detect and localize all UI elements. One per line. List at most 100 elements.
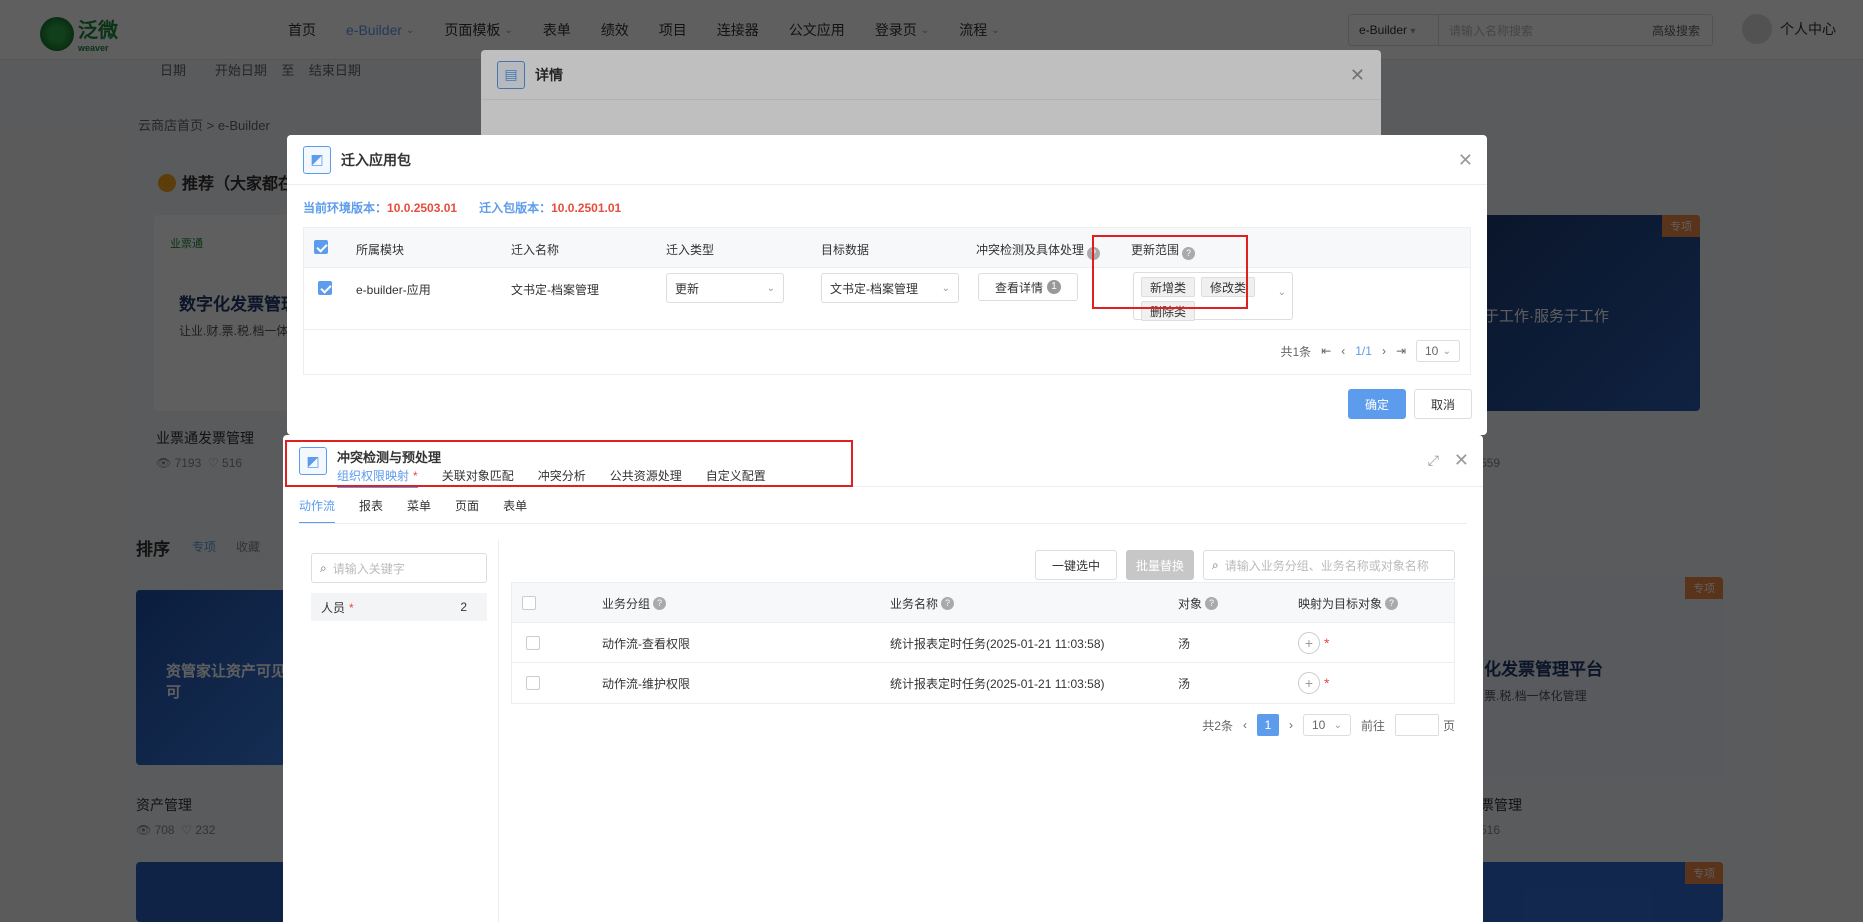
row-checkbox[interactable] <box>526 676 540 690</box>
row-checkbox[interactable] <box>318 281 332 295</box>
module-cell: e-builder-应用 <box>356 283 431 297</box>
sub-tab[interactable]: 动作流 <box>299 497 336 524</box>
close-icon[interactable]: ✕ <box>1454 451 1469 469</box>
migrate-table: 所属模块 迁入名称 迁入类型 目标数据 冲突检测及具体处理? 更新范围? e-b… <box>303 227 1471 375</box>
help-icon[interactable]: ? <box>1182 247 1196 260</box>
mapping-area: ⌕ 请输入关键字 人员 * 2 一键选中 批量替换 ⌕ 请输入业务分组、业务名称或… <box>299 540 1467 922</box>
column-header: 业务名称? <box>890 583 955 623</box>
list-item-person[interactable]: 人员 * 2 <box>311 593 487 621</box>
row-checkbox[interactable] <box>526 636 540 650</box>
sub-tab[interactable]: 页面 <box>455 497 479 524</box>
package-icon: ◩ <box>303 145 331 174</box>
help-icon[interactable]: ? <box>941 596 955 610</box>
migrate-type-select[interactable]: 更新 ⌄ <box>666 273 784 303</box>
required-marker: * <box>1324 635 1330 651</box>
group-cell: 动作流-查看权限 <box>602 636 690 651</box>
env-version: 10.0.2503.01 <box>387 201 458 215</box>
scope-tag[interactable]: 删除类 <box>1141 301 1196 321</box>
name-cell: 统计报表定时任务(2025-01-21 11:03:58) <box>890 676 1105 691</box>
object-type-list: ⌕ 请输入关键字 人员 * 2 <box>299 540 499 922</box>
chevron-down-icon: ⌄ <box>1277 287 1286 298</box>
sub-tabs: 动作流 报表 菜单 页面 表单 <box>299 497 527 524</box>
table-header-row: 业务分组? 业务名称? 对象? 映射为目标对象? <box>512 583 1454 623</box>
sub-tab[interactable]: 菜单 <box>407 497 431 524</box>
panel-app-icon: ◩ <box>299 447 327 475</box>
select-all-checkbox[interactable] <box>522 596 536 610</box>
chevron-down-icon: ⌄ <box>941 282 950 294</box>
object-cell: 汤 <box>1178 636 1191 651</box>
group-cell: 动作流-维护权限 <box>602 676 690 691</box>
panel-tab[interactable]: 自定义配置 <box>706 467 766 488</box>
prev-page-icon[interactable]: ‹ <box>1341 344 1345 358</box>
page-size-select[interactable]: 10 ⌄ <box>1302 714 1351 736</box>
object-cell: 汤 <box>1178 676 1191 691</box>
sub-tab[interactable]: 报表 <box>359 497 383 524</box>
required-marker: * <box>413 469 418 483</box>
keyword-search-input[interactable]: ⌕ 请输入关键字 <box>311 553 487 583</box>
column-header: 迁入类型 <box>666 243 715 257</box>
confirm-button[interactable]: 确定 <box>1348 389 1406 419</box>
page-number[interactable]: 1 <box>1256 714 1279 736</box>
panel-title: 冲突检测与预处理 <box>337 450 442 465</box>
name-cell: 统计报表定时任务(2025-01-21 11:03:58) <box>890 636 1105 651</box>
help-icon[interactable]: ? <box>1385 596 1399 610</box>
column-header: 冲突检测及具体处理? <box>976 241 1101 260</box>
mapping-table: 业务分组? 业务名称? 对象? 映射为目标对象? 动作流-查看权限 统计报表定时… <box>511 582 1455 704</box>
help-icon[interactable]: ? <box>653 596 667 610</box>
close-icon[interactable]: ✕ <box>1458 151 1473 169</box>
column-header: 目标数据 <box>821 243 870 257</box>
column-header: 更新范围? <box>1131 241 1196 260</box>
dialog-title: 迁入应用包 <box>341 151 411 168</box>
select-all-checkbox[interactable] <box>314 240 328 254</box>
table-row: e-builder-应用 文书定-档案管理 更新 ⌄ 文书定-档案管理 ⌄ 查看详情… <box>304 268 1470 330</box>
column-header: 所属模块 <box>356 243 405 257</box>
migrate-package-dialog: ◩ 迁入应用包 ✕ 当前环境版本：10.0.2503.01 迁入包版本：10.0… <box>287 135 1487 435</box>
divider <box>299 523 1467 524</box>
migrate-pager: 共1条 ⇤ ‹ 1/1 › ⇥ 10 ⌄ <box>1281 340 1460 362</box>
help-icon[interactable]: ? <box>1205 596 1219 610</box>
table-row: 动作流-查看权限 统计报表定时任务(2025-01-21 11:03:58) 汤… <box>512 623 1454 663</box>
help-icon[interactable]: ? <box>1087 247 1101 260</box>
table-row: 动作流-维护权限 统计报表定时任务(2025-01-21 11:03:58) 汤… <box>512 663 1454 703</box>
search-icon: ⌕ <box>320 560 327 575</box>
scope-tag[interactable]: 新增类 <box>1141 277 1196 297</box>
mapping-pager: 共2条 ‹ 1 › 10 ⌄ 前往 页 <box>1202 714 1455 736</box>
next-page-icon[interactable]: › <box>1382 344 1386 358</box>
prev-page-icon[interactable]: ‹ <box>1243 718 1247 732</box>
cancel-button[interactable]: 取消 <box>1414 389 1472 419</box>
page-size-select[interactable]: 10 ⌄ <box>1416 340 1460 362</box>
column-header: 对象? <box>1178 583 1219 623</box>
panel-tab[interactable]: 公共资源处理 <box>610 467 682 488</box>
expand-icon[interactable]: ⤢ <box>1428 453 1439 467</box>
last-page-icon[interactable]: ⇥ <box>1396 344 1406 358</box>
batch-replace-button[interactable]: 批量替换 <box>1126 550 1194 580</box>
add-target-icon[interactable]: + <box>1298 672 1320 694</box>
view-details-button[interactable]: 查看详情 1 <box>978 273 1078 301</box>
add-target-icon[interactable]: + <box>1298 632 1320 654</box>
goto-page-input[interactable] <box>1394 714 1439 736</box>
package-version: 10.0.2501.01 <box>551 201 622 215</box>
first-page-icon[interactable]: ⇤ <box>1321 344 1331 358</box>
update-scope-select[interactable]: 新增类 修改类 删除类 ⌄ <box>1133 272 1293 321</box>
column-header: 迁入名称 <box>511 243 560 257</box>
scope-tag[interactable]: 修改类 <box>1201 277 1256 297</box>
conflict-detection-panel: ◩ 冲突检测与预处理 组织权限映射 * 关联对象匹配 冲突分析 公共资源处理 自定义配置 … <box>283 435 1483 922</box>
name-cell: 文书定-档案管理 <box>511 283 599 297</box>
version-info: 当前环境版本：10.0.2503.01 迁入包版本：10.0.2501.01 <box>303 201 622 215</box>
panel-tab[interactable]: 组织权限映射 * <box>337 467 418 488</box>
list-item-count: 2 <box>460 600 467 614</box>
panel-tab[interactable]: 冲突分析 <box>538 467 586 488</box>
target-data-select[interactable]: 文书定-档案管理 ⌄ <box>821 273 959 303</box>
business-search-input[interactable]: ⌕ 请输入业务分组、业务名称或对象名称 <box>1203 550 1455 580</box>
chevron-down-icon: ⌄ <box>766 282 775 294</box>
one-click-select-button[interactable]: 一键选中 <box>1035 550 1117 580</box>
next-page-icon[interactable]: › <box>1289 718 1293 732</box>
required-marker: * <box>1324 675 1330 691</box>
sub-tab[interactable]: 表单 <box>503 497 527 524</box>
panel-tab[interactable]: 关联对象匹配 <box>442 467 514 488</box>
conflict-count-badge: 1 <box>1047 280 1061 294</box>
column-header: 业务分组? <box>602 583 667 623</box>
panel-tabs: 组织权限映射 * 关联对象匹配 冲突分析 公共资源处理 自定义配置 <box>337 467 766 488</box>
column-header: 映射为目标对象? <box>1298 583 1399 623</box>
search-icon: ⌕ <box>1212 557 1219 572</box>
